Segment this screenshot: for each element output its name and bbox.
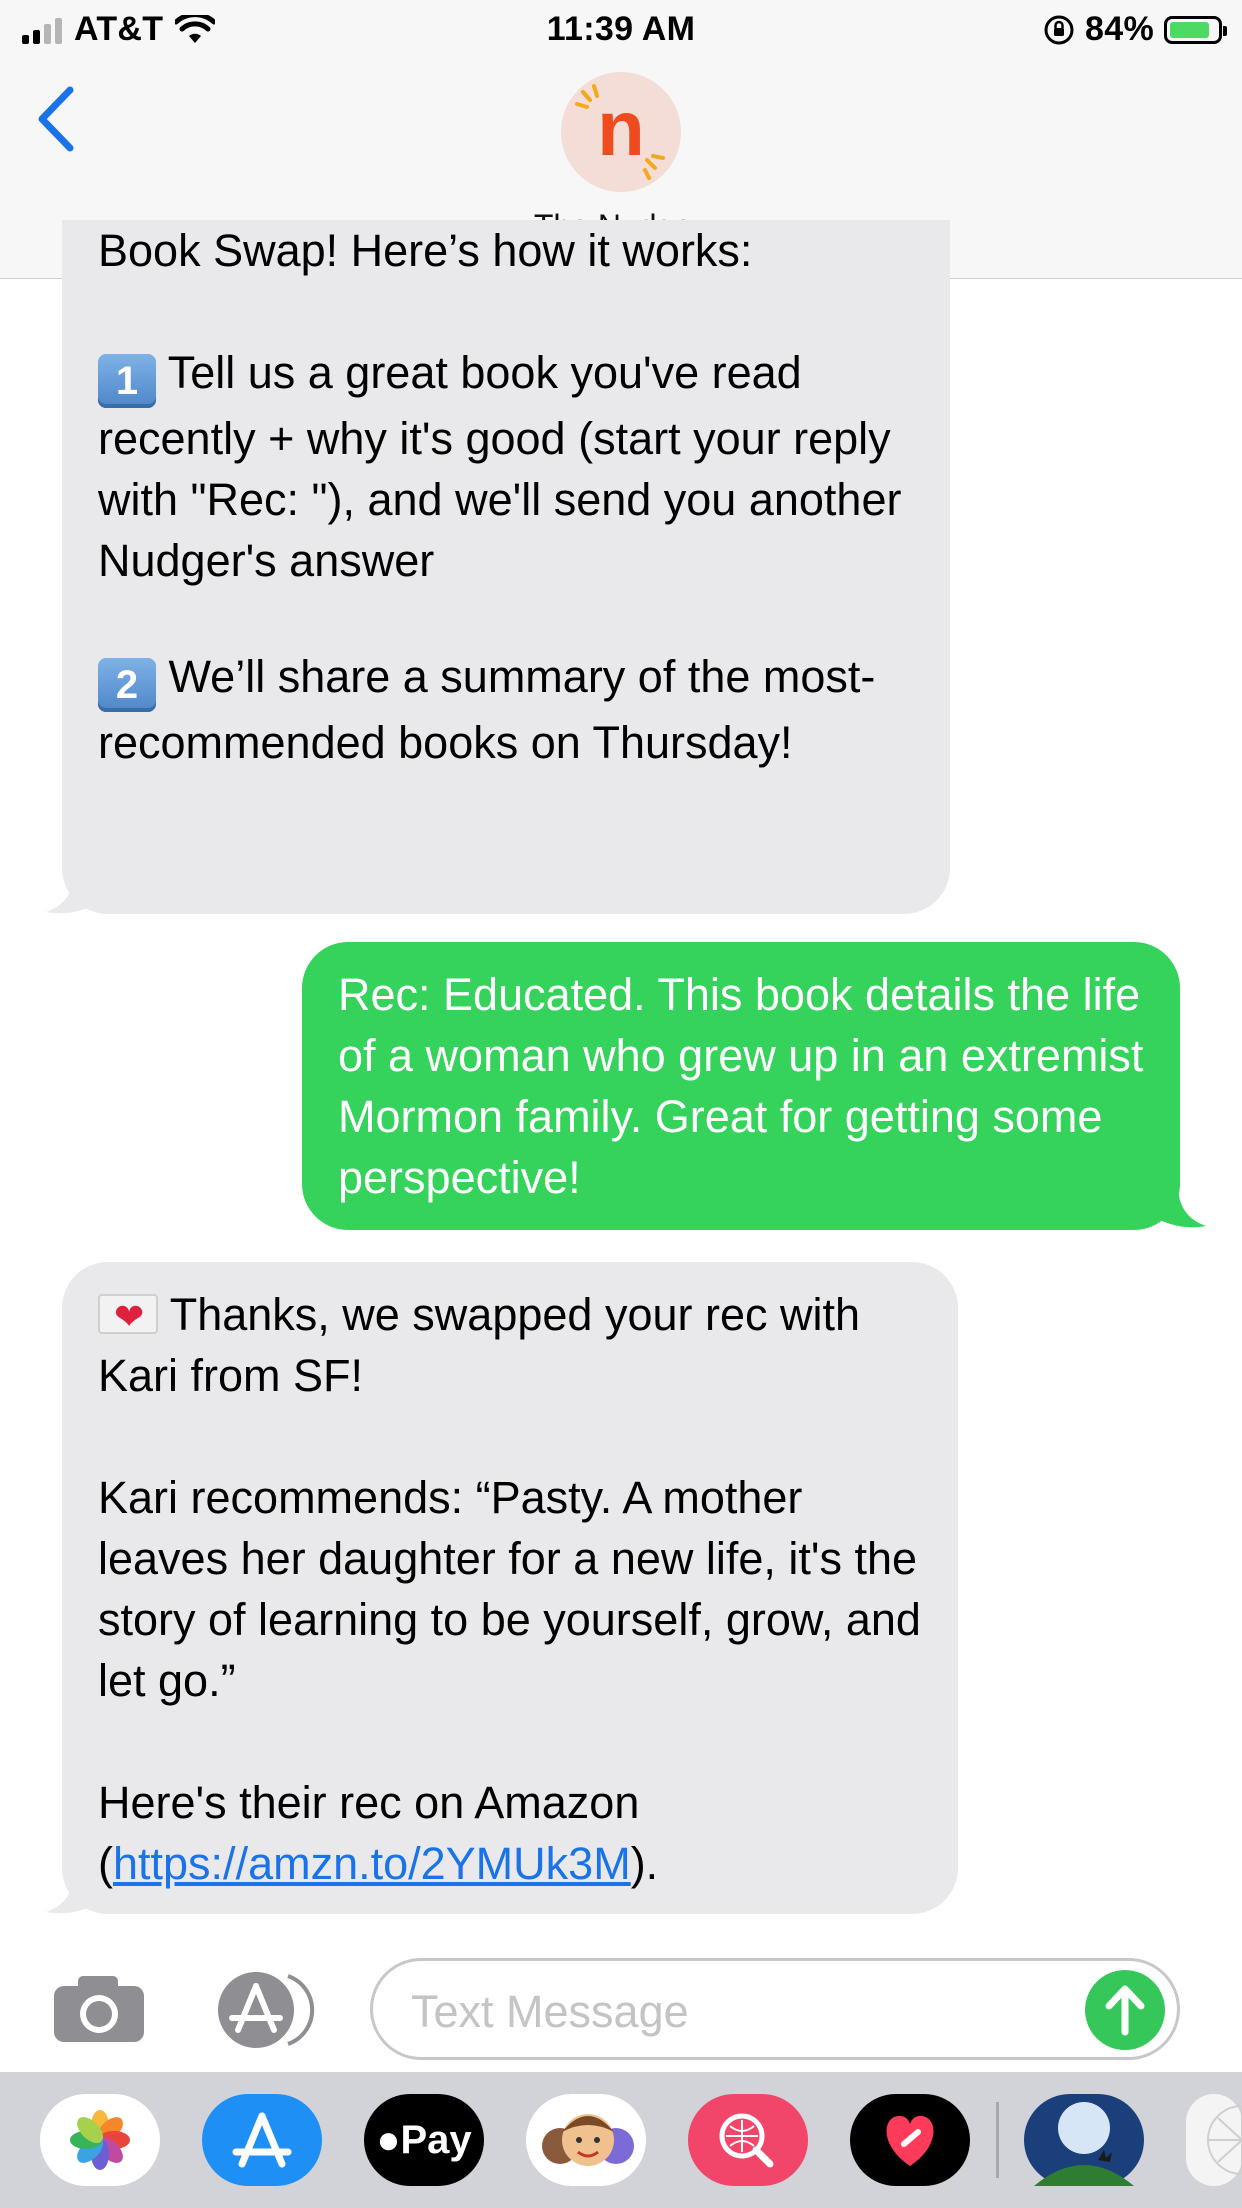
list-item: 2 We’ll share a summary of the most-reco… <box>98 646 898 773</box>
chevron-left-icon[interactable] <box>32 84 82 154</box>
imessage-app-drawer: ●Pay <box>0 2072 1242 2208</box>
apple-logo-icon: ● <box>376 2118 401 2162</box>
more-apps-icon[interactable] <box>1186 2094 1242 2186</box>
status-bar: AT&T 11:39 AM 84% <box>0 0 1242 60</box>
drawer-divider <box>996 2102 999 2178</box>
photos-app-icon[interactable] <box>40 2094 160 2186</box>
status-right: 84% <box>1043 10 1227 49</box>
sparkle-icon <box>575 84 665 180</box>
keycap-one-icon: 1 <box>98 354 156 408</box>
message-text: ). <box>630 1838 659 1889</box>
list-item-text: We’ll share a summary of the most-recomm… <box>98 651 876 768</box>
apple-pay-app-icon[interactable]: ●Pay <box>364 2094 484 2186</box>
bubble-tail <box>1152 1186 1206 1228</box>
list-item: 1 Tell us a great book you've read recen… <box>98 342 934 591</box>
outgoing-message-bubble[interactable]: Rec: Educated. This book details the lif… <box>302 942 1180 1230</box>
message-quote: Kari recommends: “Pasty. A mother leaves… <box>98 1472 921 1706</box>
battery-percent: 84% <box>1085 10 1154 48</box>
message-input-field[interactable] <box>370 1958 1180 2060</box>
bubble-tail <box>46 872 100 914</box>
app-store-app-icon[interactable] <box>202 2094 322 2186</box>
avatar[interactable]: n <box>561 72 681 192</box>
message-link-line: Here's their rec on Amazon (https://amzn… <box>98 1772 928 1894</box>
list-item-text: Tell us a great book you've read recentl… <box>98 347 902 586</box>
image-search-app-icon[interactable] <box>688 2094 808 2186</box>
love-letter-icon <box>98 1286 158 1347</box>
orientation-lock-icon <box>1044 15 1074 44</box>
apple-pay-label: Pay <box>400 2118 472 2162</box>
message-intro: Thanks, we swapped your rec with Kari fr… <box>98 1284 922 1406</box>
message-input[interactable] <box>409 1981 1063 2043</box>
camera-icon[interactable] <box>52 1974 146 2044</box>
app-store-icon[interactable] <box>210 1970 320 2050</box>
arrow-up-icon <box>1105 1985 1145 2036</box>
send-button[interactable] <box>1085 1970 1165 2050</box>
sleep-app-icon[interactable] <box>1024 2094 1144 2186</box>
amazon-link[interactable]: https://amzn.to/2YMUk3M <box>113 1838 631 1889</box>
message-line: Book Swap! Here’s how it works: <box>98 225 753 276</box>
keycap-two-icon: 2 <box>98 658 156 712</box>
incoming-message-bubble[interactable]: Book Swap! Here’s how it works: 1 Tell u… <box>62 220 950 914</box>
battery-icon <box>1164 15 1227 44</box>
incoming-message-bubble[interactable]: Thanks, we swapped your rec with Kari fr… <box>62 1262 958 1914</box>
bubble-tail <box>46 1872 100 1914</box>
message-text: Thanks, we swapped your rec with Kari fr… <box>98 1289 861 1401</box>
memoji-app-icon[interactable] <box>526 2094 646 2186</box>
message-text: Rec: Educated. This book details the lif… <box>338 969 1144 1203</box>
digital-touch-app-icon[interactable] <box>850 2094 970 2186</box>
